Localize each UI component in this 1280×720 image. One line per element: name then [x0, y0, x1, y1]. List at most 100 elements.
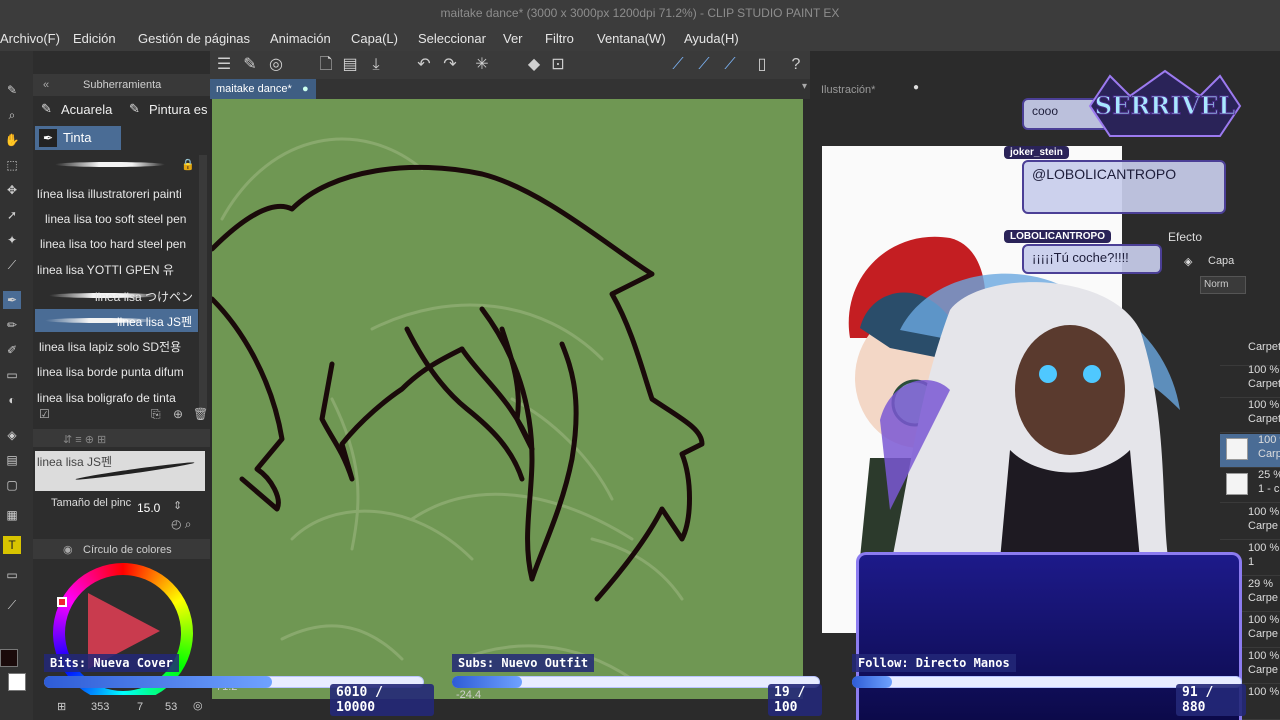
select-tool-icon[interactable]: ⬚: [3, 156, 21, 174]
tool-property-icons: ⇵ ≡ ⊕ ⊞: [63, 434, 107, 446]
help-icon[interactable]: ?: [786, 55, 806, 75]
brush-item-stroke[interactable]: linea lisa つけペン: [35, 284, 198, 307]
brush-item[interactable]: línea lisa illustratoreri painti: [37, 183, 200, 206]
brush-preview: linea lisa JS펜: [35, 451, 205, 491]
goal-label: Subs: Nuevo Outfit: [452, 654, 595, 672]
move-tool-icon[interactable]: ✥: [3, 181, 21, 199]
hand-tool-icon[interactable]: ✋: [3, 131, 21, 149]
color-header: ◉ Círculo de colores: [33, 539, 210, 559]
brush-item-selected[interactable]: linea lisa JS펜: [35, 309, 198, 332]
tab-acuarela[interactable]: Acuarela: [61, 102, 112, 117]
eraser-icon[interactable]: ▭: [3, 366, 21, 384]
delete-subtool-icon[interactable]: 🗑: [193, 407, 208, 421]
airbrush-icon[interactable]: ✐: [3, 341, 21, 359]
size-controls-icon[interactable]: ◴ ⌕: [171, 517, 192, 532]
new-file-icon[interactable]: 🗋: [316, 55, 336, 75]
tab-maitake-dance[interactable]: maitake dance* ●: [210, 79, 316, 99]
balloon-tool-icon[interactable]: ▭: [3, 566, 21, 584]
layer-row[interactable]: 100 % Carpeta: [1220, 399, 1280, 433]
tool-column: ✎ ⌕ ✋ ⬚ ✥ ➚ ✦ ⟋ ✒ ✏ ✐ ▭ ◐ ◈ ▤ ▢ ▦ T ▭ ⟋: [0, 51, 33, 720]
fit-icon[interactable]: ◎: [193, 699, 203, 712]
brush-item[interactable]: linea lisa too hard steel pen: [40, 233, 203, 256]
layer-tab[interactable]: ◈ Capa: [1180, 255, 1280, 275]
sub-color-swatch[interactable]: [8, 673, 26, 691]
hue-picker[interactable]: [57, 597, 67, 607]
layer-row[interactable]: 25 % 1 - c: [1220, 469, 1280, 503]
layer-property-icon[interactable]: ✎: [240, 55, 260, 75]
redo-icon[interactable]: ↷: [440, 55, 460, 75]
menu-ventana[interactable]: Ventana(W): [597, 27, 666, 51]
chat-message: ¡¡¡¡¡Tú coche?!!!!: [1022, 244, 1162, 274]
tab-dropdown-icon[interactable]: ▾: [802, 81, 807, 92]
open-folder-icon[interactable]: ▤: [340, 55, 360, 75]
drawing-canvas[interactable]: 71.2 -24.4: [212, 99, 803, 699]
text-tool-icon[interactable]: T: [3, 536, 21, 554]
new-subtool-icon[interactable]: ⊕: [173, 407, 183, 421]
zoom-tool-icon[interactable]: ⌕: [3, 106, 21, 124]
fill-icon[interactable]: ◆: [524, 55, 544, 75]
layer-row[interactable]: 100 % Carpeta: [1220, 364, 1280, 398]
lock-icon: 🔒: [181, 159, 195, 171]
menu-capa[interactable]: Capa(L): [351, 27, 398, 51]
menu-filtro[interactable]: Filtro: [545, 27, 574, 51]
brush-item[interactable]: linea lisa borde punta difum: [37, 361, 200, 384]
undo-icon[interactable]: ↶: [414, 55, 434, 75]
layer-row-selected[interactable]: 100 % Carpe: [1220, 434, 1280, 468]
goal-bits: Bits: Nueva Cover 6010 / 10000: [44, 654, 434, 716]
tab-pintura[interactable]: Pintura es: [149, 102, 208, 117]
chat-username: joker_stein: [1004, 146, 1069, 159]
ruler-tool-icon[interactable]: ⟋: [3, 596, 21, 614]
goal-count: 6010 / 10000: [330, 684, 434, 716]
pen-tool-icon[interactable]: ✎: [3, 81, 21, 99]
blend-mode-select[interactable]: Norm: [1200, 276, 1246, 294]
navigator-close-icon[interactable]: ●: [913, 82, 919, 93]
save-icon[interactable]: ⤓: [366, 55, 386, 75]
blend-tool-icon[interactable]: ◐: [3, 391, 21, 409]
menu-gestion-paginas[interactable]: Gestión de páginas: [138, 27, 250, 51]
layer-row[interactable]: 100 % Carpe: [1220, 506, 1280, 540]
copy-subtool-icon[interactable]: ⎘: [151, 407, 161, 422]
spiral-icon[interactable]: ◎: [266, 55, 286, 75]
gradient-tool-icon[interactable]: ▤: [3, 451, 21, 469]
brush-preview-top[interactable]: 🔒: [35, 155, 200, 177]
layer-opacity: 100 %: [1248, 614, 1280, 626]
menu-ver[interactable]: Ver: [503, 27, 523, 51]
ruler-snap-icon[interactable]: ⟋: [668, 55, 688, 75]
size-value[interactable]: 15.0: [137, 501, 173, 517]
figure-tool-icon[interactable]: ▢: [3, 476, 21, 494]
menu-ayuda[interactable]: Ayuda(H): [684, 27, 739, 51]
eyedropper-icon[interactable]: ⟋: [3, 256, 21, 274]
wand-tool-icon[interactable]: ✦: [3, 231, 21, 249]
size-spinner-icon[interactable]: ⇕: [173, 499, 182, 512]
layer-opacity: 100 %: [1248, 506, 1280, 518]
transform-icon[interactable]: ⊡: [548, 55, 568, 75]
ruler-snap-2-icon[interactable]: ⟋: [694, 55, 714, 75]
menu-animacion[interactable]: Animación: [270, 27, 331, 51]
brush-item[interactable]: linea lisa YOTTI GPEN 유: [37, 259, 200, 282]
menu-icon[interactable]: ☰: [214, 55, 234, 75]
smartphone-icon[interactable]: ▯: [752, 55, 772, 75]
ruler-snap-3-icon[interactable]: ⟋: [720, 55, 740, 75]
menu-seleccionar[interactable]: Seleccionar: [418, 27, 486, 51]
brush-item[interactable]: linea lisa lapiz solo SD전용: [39, 336, 202, 359]
frame-tool-icon[interactable]: ▦: [3, 506, 21, 524]
loading-icon[interactable]: ✳: [472, 55, 492, 75]
subtool-settings-icon[interactable]: ☑: [39, 407, 50, 421]
group-tinta[interactable]: ✒ Tinta: [35, 126, 121, 150]
chat-message-text: ¡¡¡¡¡Tú coche?!!!!: [1032, 250, 1129, 265]
brush-list-scrollbar[interactable]: [199, 155, 207, 410]
color-wheel-icon: ◉: [63, 544, 73, 556]
brush-item[interactable]: linea lisa too soft steel pen: [45, 208, 208, 231]
close-tab-icon[interactable]: ●: [302, 79, 309, 99]
brush-tool-icon[interactable]: ✒: [3, 291, 21, 309]
menu-edicion[interactable]: Edición: [73, 27, 116, 51]
fill-tool-icon[interactable]: ◈: [3, 426, 21, 444]
lasso-tool-icon[interactable]: ➚: [3, 206, 21, 224]
main-color-swatch[interactable]: [0, 649, 18, 667]
collapse-icon[interactable]: «: [43, 74, 49, 96]
menu-archivo[interactable]: Archivo(F): [0, 27, 60, 51]
goal-fill: [852, 676, 893, 688]
layer-name: 1 - c: [1258, 483, 1280, 495]
pencil-tool-icon[interactable]: ✏: [3, 316, 21, 334]
layer-row[interactable]: Carpeta: [1220, 332, 1280, 366]
